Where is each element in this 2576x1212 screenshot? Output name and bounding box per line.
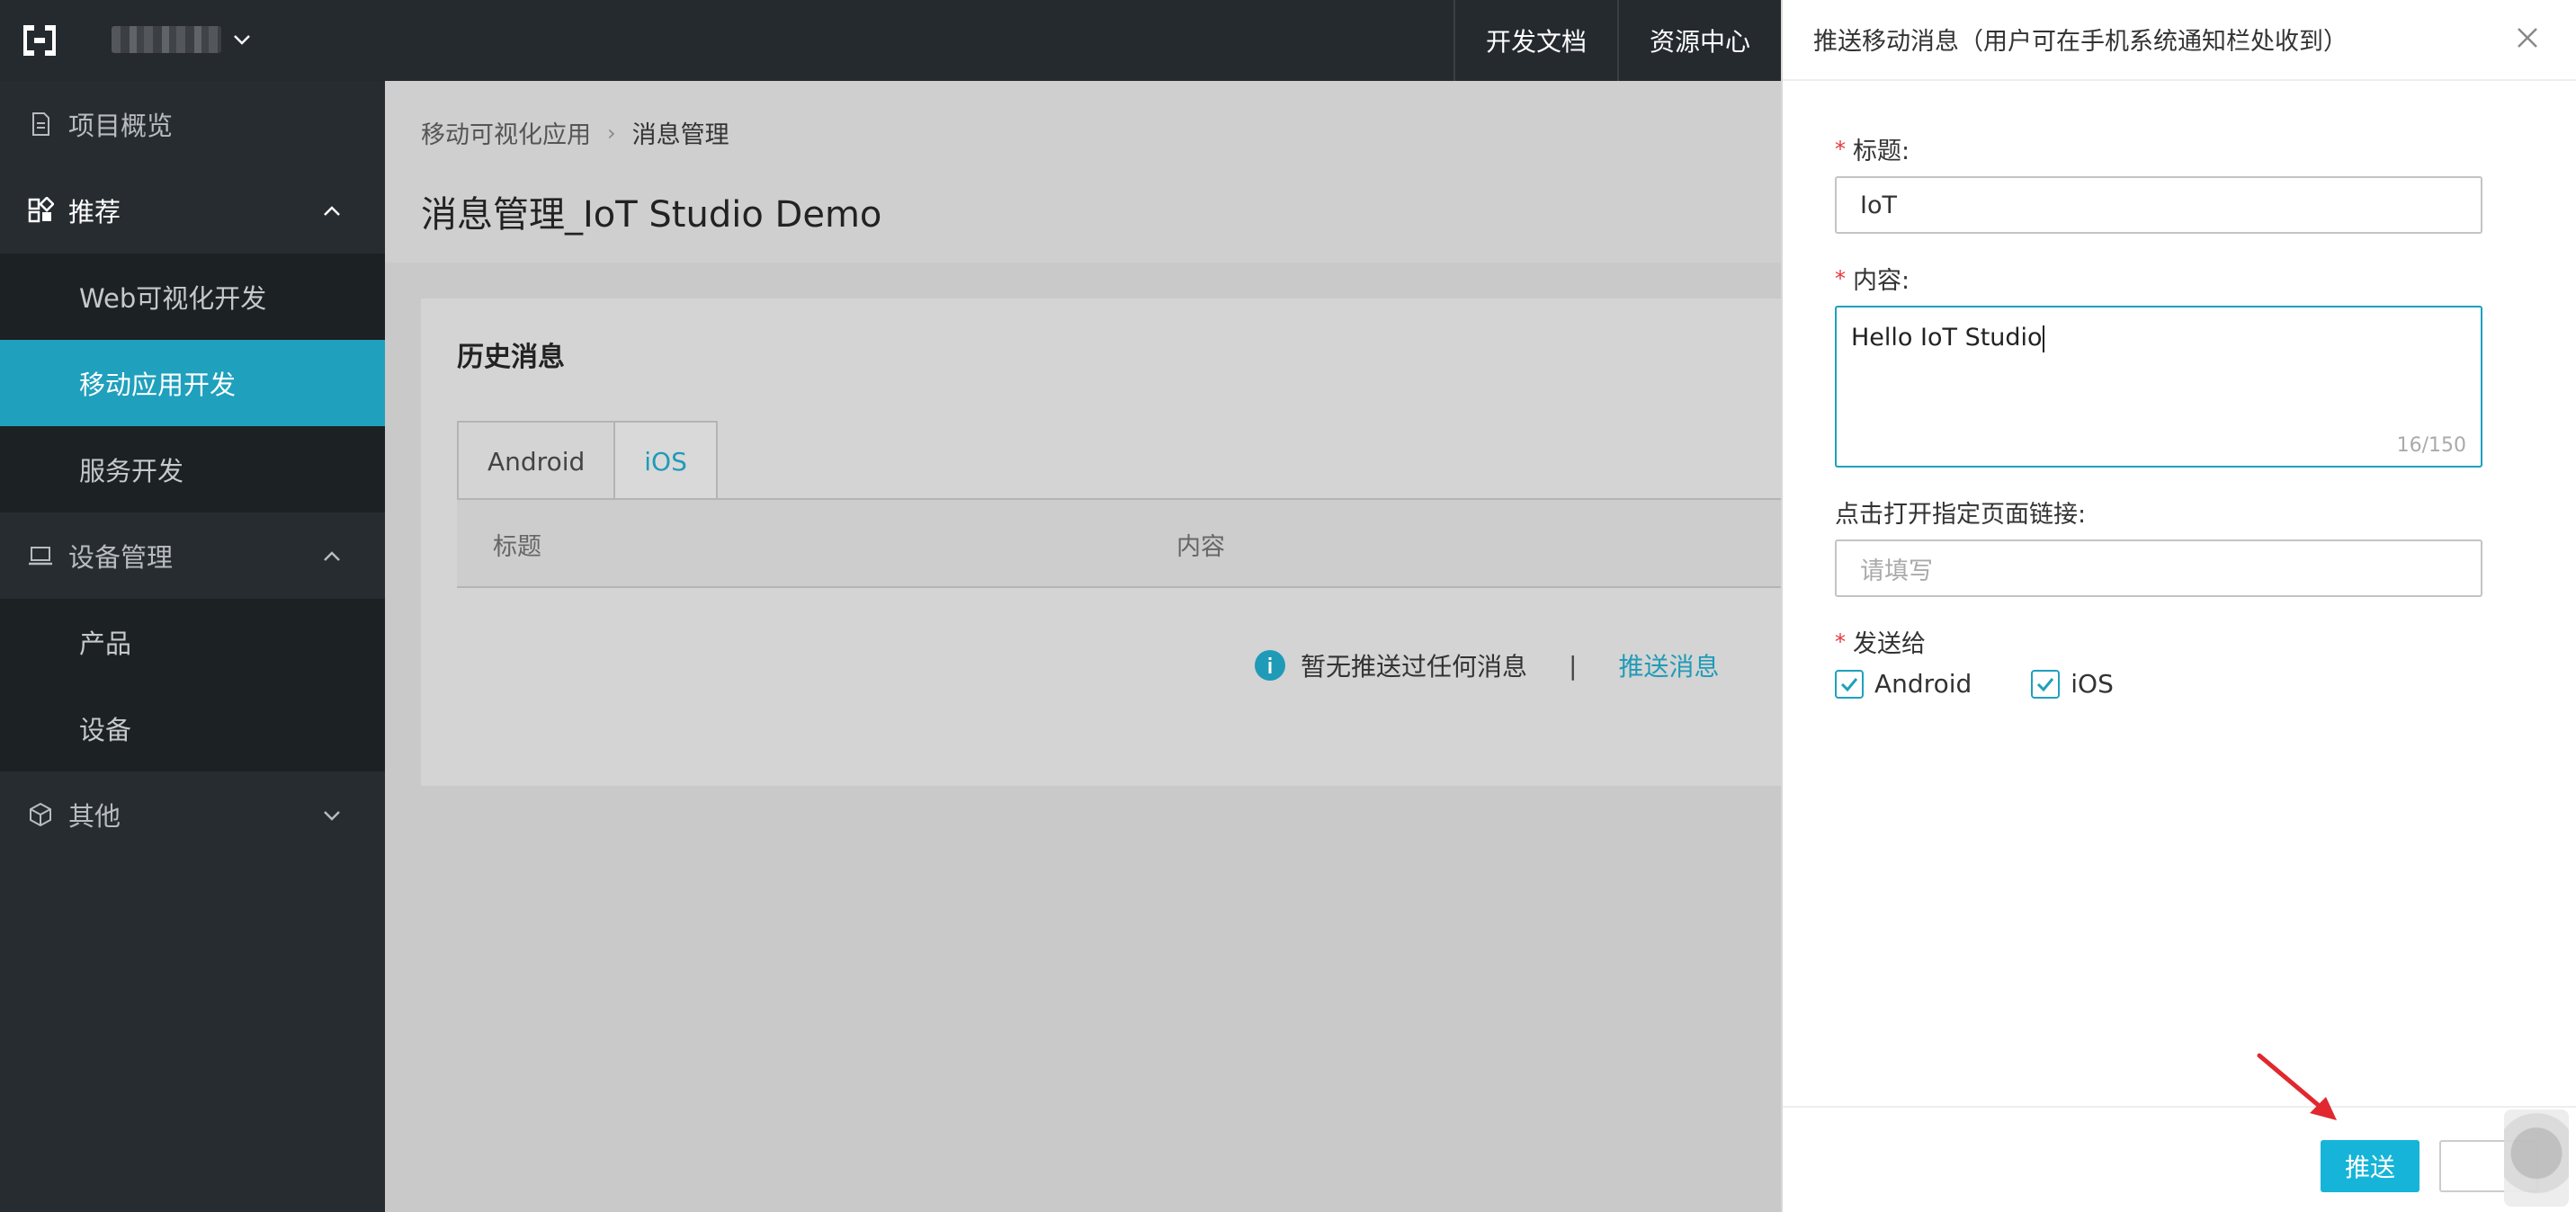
alibaba-cloud-logo-icon[interactable] — [18, 20, 61, 61]
checkbox-label: Android — [1874, 669, 1972, 699]
history-title: 历史消息 — [457, 342, 565, 373]
sidebar-submenu-device-management: 产品 设备 — [0, 599, 385, 771]
send-to-field-label: * 发送给 — [1835, 624, 1926, 659]
main-header: 移动可视化应用 › 消息管理 消息管理_IoT Studio Demo — [385, 81, 1781, 263]
required-mark: * — [1835, 136, 1846, 162]
sidebar-item-web-dev[interactable]: Web可视化开发 — [0, 254, 385, 340]
breadcrumb-parent[interactable]: 移动可视化应用 — [421, 115, 591, 150]
top-bar: 开发文档 资源中心 — [0, 0, 1781, 81]
content-value: Hello IoT Studio — [1851, 324, 2043, 352]
checkbox-android[interactable]: Android — [1835, 669, 1972, 699]
info-icon — [1255, 650, 1285, 681]
chevron-down-icon — [324, 811, 340, 821]
sidebar-group-label: 设备管理 — [68, 542, 174, 573]
checkbox-box[interactable] — [2031, 669, 2061, 699]
send-to-label-text: 发送给 — [1853, 630, 1926, 658]
drawer-title: 推送移动消息（用户可在手机系统通知栏处收到） — [1813, 28, 2348, 56]
sidebar-item-service-dev[interactable]: 服务开发 — [0, 426, 385, 512]
project-name-blurred — [112, 26, 221, 53]
checkbox-box[interactable] — [1835, 669, 1864, 699]
sidebar-item-project-overview[interactable]: 项目概览 — [0, 81, 385, 167]
push-button[interactable]: 推送 — [2321, 1140, 2419, 1192]
sidebar-group-device-management[interactable]: 设备管理 — [0, 512, 385, 599]
breadcrumb-separator-icon: › — [607, 120, 616, 146]
title-label-text: 标题: — [1853, 138, 1910, 165]
checkbox-label: iOS — [2071, 669, 2114, 699]
empty-state: 暂无推送过任何消息 | 推送消息 — [1254, 647, 1719, 683]
sidebar-item-device[interactable]: 设备 — [0, 685, 385, 771]
page-title: 消息管理_IoT Studio Demo — [421, 194, 882, 236]
sidebar-submenu-recommend: Web可视化开发 移动应用开发 服务开发 — [0, 254, 385, 512]
column-header-content: 内容 — [1176, 533, 1225, 561]
required-mark: * — [1835, 265, 1846, 291]
tab-ios[interactable]: iOS — [615, 421, 718, 500]
top-links: 开发文档 资源中心 — [1453, 0, 1781, 81]
grid-icon — [28, 197, 54, 223]
text-caret — [2042, 325, 2044, 352]
push-message-link[interactable]: 推送消息 — [1618, 647, 1719, 683]
send-to-checkboxes: Android iOS — [1835, 669, 2173, 699]
history-card: 历史消息 Android iOS 标题 内容 暂无推送过任何消息 | 推送消息 — [421, 299, 1781, 786]
close-icon[interactable] — [2515, 25, 2540, 50]
sidebar-group-label: 其他 — [68, 801, 121, 832]
required-mark: * — [1835, 628, 1846, 655]
checkbox-ios[interactable]: iOS — [2031, 669, 2114, 699]
chevron-down-icon — [234, 35, 250, 45]
laptop-icon — [29, 547, 52, 566]
title-field-label: * 标题: — [1835, 131, 1910, 166]
chevron-up-icon — [324, 206, 340, 216]
link-label-text: 点击打开指定页面链接: — [1835, 501, 2087, 529]
link-input[interactable]: 请填写 — [1835, 539, 2482, 597]
column-header-title: 标题 — [493, 533, 541, 561]
sidebar-group-other[interactable]: 其他 — [0, 771, 385, 858]
document-icon — [32, 112, 49, 136]
empty-message: 暂无推送过任何消息 — [1301, 652, 1528, 682]
content-label-text: 内容: — [1853, 267, 1910, 295]
checkmark-icon — [2037, 677, 2054, 691]
platform-tabs: Android iOS — [457, 421, 718, 500]
sidebar-group-recommend[interactable]: 推荐 — [0, 167, 385, 254]
tab-android[interactable]: Android — [457, 421, 616, 500]
breadcrumb-current: 消息管理 — [631, 121, 729, 149]
annotation-arrow-icon — [2257, 1053, 2337, 1120]
empty-divider: | — [1569, 650, 1578, 681]
sidebar-group-label: 推荐 — [68, 197, 121, 227]
cube-icon — [30, 802, 51, 827]
sidebar-item-label: 项目概览 — [68, 111, 174, 141]
title-input[interactable]: IoT — [1835, 176, 2482, 234]
table-header: 标题 内容 — [457, 500, 1781, 588]
checkmark-icon — [1840, 677, 1858, 691]
content-field-label: * 内容: — [1835, 261, 1910, 296]
drawer-header: 推送移动消息（用户可在手机系统通知栏处收到） — [1783, 0, 2576, 81]
top-link-resource-center[interactable]: 资源中心 — [1616, 0, 1781, 81]
project-selector[interactable] — [112, 22, 255, 58]
drawer-footer: 推送 — [1783, 1106, 2576, 1212]
avatar-blurred — [2504, 1110, 2569, 1207]
sidebar-item-mobile-dev[interactable]: 移动应用开发 — [0, 340, 385, 426]
link-field-label: 点击打开指定页面链接: — [1835, 495, 2086, 530]
sidebar: 项目概览 推荐 Web可视化开发 移动应用开发 服务开发 设备管理 产品 设备 — [0, 81, 385, 1212]
push-message-drawer: 推送移动消息（用户可在手机系统通知栏处收到） * 标题: IoT * 内容: H… — [1781, 0, 2576, 1212]
breadcrumb: 移动可视化应用 › 消息管理 — [421, 115, 729, 150]
chevron-up-icon — [324, 551, 340, 561]
sidebar-item-product[interactable]: 产品 — [0, 599, 385, 685]
char-counter: 16/150 — [2396, 434, 2466, 457]
content-textarea[interactable]: Hello IoT Studio 16/150 — [1835, 306, 2482, 468]
top-link-dev-docs[interactable]: 开发文档 — [1453, 0, 1617, 81]
